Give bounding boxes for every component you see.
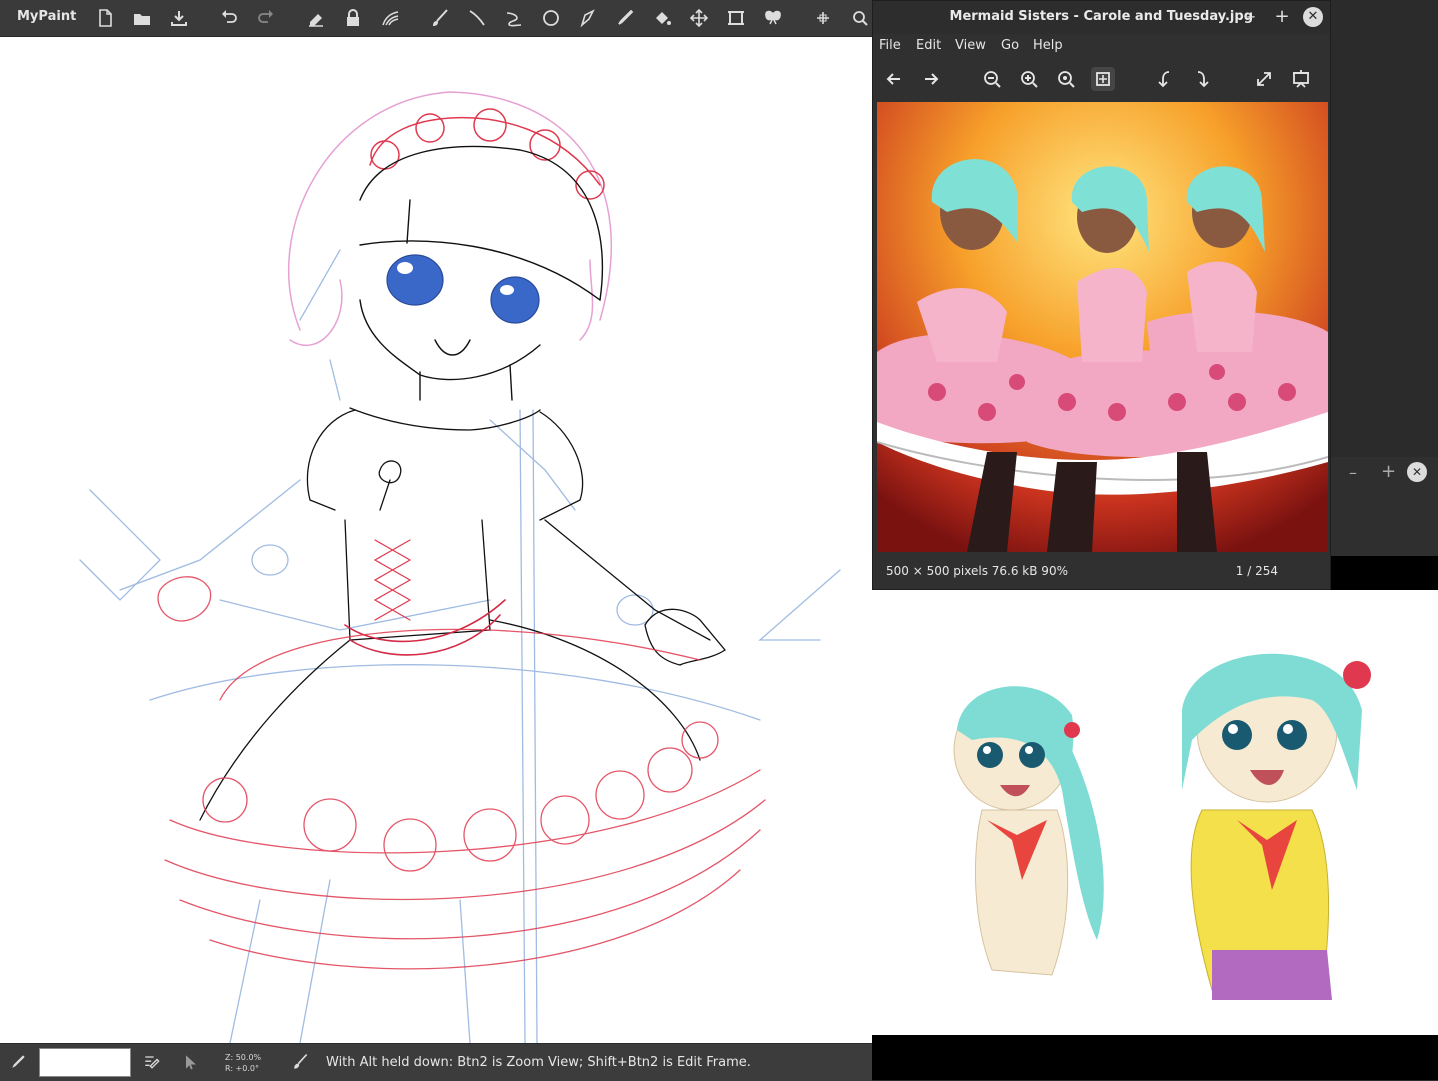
next-icon[interactable] <box>919 67 943 91</box>
mypaint-toolbar: MyPaint <box>0 0 872 37</box>
viewer-title: Mermaid Sisters - Carole and Tuesday.jpg <box>949 9 1253 24</box>
menu-edit[interactable]: Edit <box>916 38 941 53</box>
reference-image-ponies <box>872 590 1438 1080</box>
ellipse-icon[interactable] <box>539 6 563 30</box>
zoom-in-icon[interactable] <box>1017 67 1041 91</box>
minimize-button[interactable]: – <box>1241 7 1261 27</box>
status-bar: Z: 50.0% R: +0.0° With Alt held down: Bt… <box>0 1043 872 1081</box>
rotate-left-icon[interactable] <box>1153 67 1177 91</box>
brush-icon <box>290 1052 310 1072</box>
viewer-titlebar: Mermaid Sisters - Carole and Tuesday.jpg… <box>873 1 1330 34</box>
move-icon[interactable] <box>687 6 711 30</box>
maximize-button[interactable]: + <box>1272 7 1292 27</box>
undo-icon[interactable] <box>217 6 241 30</box>
pipette-icon[interactable] <box>613 6 637 30</box>
redo-icon[interactable] <box>254 6 278 30</box>
fullscreen-icon[interactable] <box>1252 67 1276 91</box>
best-fit-icon[interactable] <box>1091 67 1115 91</box>
image-viewer-window: Mermaid Sisters - Carole and Tuesday.jpg… <box>872 0 1331 590</box>
brush-settings-icon[interactable] <box>142 1052 162 1072</box>
open-file-icon[interactable] <box>130 6 154 30</box>
viewer-toolbar <box>873 59 1330 99</box>
minimize-button[interactable]: – <box>1349 463 1357 482</box>
save-file-icon[interactable] <box>167 6 191 30</box>
new-file-icon[interactable] <box>93 6 117 30</box>
close-button[interactable]: ✕ <box>1303 7 1323 27</box>
drawing-canvas[interactable] <box>0 37 872 1043</box>
pan-icon[interactable] <box>811 6 835 30</box>
previous-icon[interactable] <box>882 67 906 91</box>
menu-file[interactable]: File <box>879 38 901 53</box>
lock-alpha-icon[interactable] <box>341 6 365 30</box>
pick-layer-icon[interactable] <box>181 1052 201 1072</box>
menu-help[interactable]: Help <box>1033 38 1063 53</box>
menu-view[interactable]: View <box>955 38 986 53</box>
viewer-menubar: File Edit View Go Help <box>873 34 1330 58</box>
slideshow-icon[interactable] <box>1289 67 1313 91</box>
frame-icon[interactable] <box>724 6 748 30</box>
app-title: MyPaint <box>17 9 77 24</box>
symmetry-icon[interactable] <box>761 6 785 30</box>
status-message: With Alt held down: Btn2 is Zoom View; S… <box>326 1055 751 1070</box>
fill-icon[interactable] <box>650 6 674 30</box>
sketch-drawing <box>79 91 841 1043</box>
freehand-icon[interactable] <box>576 6 600 30</box>
viewer-statusbar: 500 × 500 pixels 76.6 kB 90% 1 / 254 <box>873 553 1330 589</box>
rotation-readout: R: +0.0° <box>225 1064 259 1073</box>
menu-go[interactable]: Go <box>1001 38 1019 53</box>
pen-icon[interactable] <box>465 6 489 30</box>
zoom-icon[interactable] <box>848 6 872 30</box>
image-info: 500 × 500 pixels 76.6 kB 90% <box>886 564 1068 578</box>
zoom-normal-icon[interactable] <box>1054 67 1078 91</box>
inking-icon[interactable] <box>502 6 526 30</box>
image-position: 1 / 254 <box>1235 564 1278 578</box>
color-pick-icon[interactable] <box>8 1052 28 1072</box>
blend-icon[interactable] <box>378 6 402 30</box>
zoom-readout: Z: 50.0% <box>225 1053 262 1062</box>
current-color-swatch[interactable] <box>39 1048 131 1077</box>
eraser-icon[interactable] <box>304 6 328 30</box>
rotate-right-icon[interactable] <box>1190 67 1214 91</box>
maximize-button[interactable]: + <box>1381 461 1396 482</box>
brush-icon[interactable] <box>428 6 452 30</box>
close-button[interactable]: ✕ <box>1407 462 1427 482</box>
zoom-out-icon[interactable] <box>980 67 1004 91</box>
viewer-image <box>877 102 1328 552</box>
